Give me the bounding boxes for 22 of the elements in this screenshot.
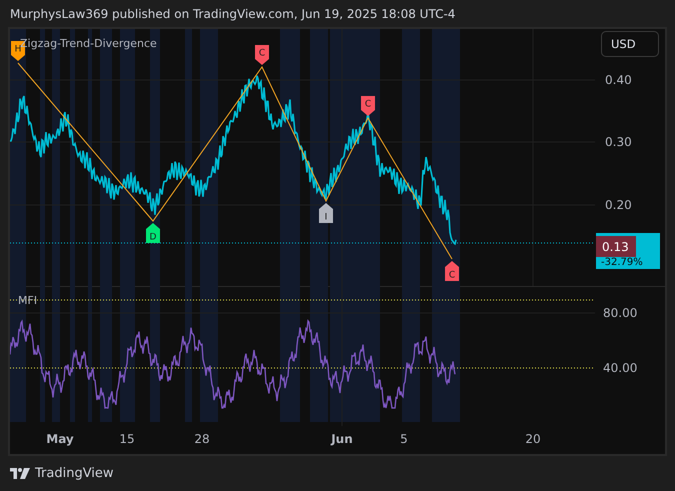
price-tick: 0.20 <box>605 198 632 212</box>
pivot-marker: C <box>255 45 269 65</box>
mfi-title: MFI <box>18 294 38 307</box>
price-tick: 0.30 <box>605 135 632 149</box>
time-tick: 20 <box>525 432 541 446</box>
brand-name: TradingView <box>35 466 114 481</box>
time-tick: 28 <box>194 432 210 446</box>
publish-info: MurphysLaw369 published on TradingView.com, Jun 19, 2025 18:08 UTC-4 <box>10 6 456 20</box>
logo-icon <box>10 468 30 479</box>
price-badge: 0.13 -32.79% <box>596 233 660 269</box>
mfi-tick: 40.00 <box>603 361 638 375</box>
time-tick: Jun <box>331 432 353 446</box>
time-tick: May <box>46 432 74 446</box>
pivot-marker: C <box>445 261 459 281</box>
time-tick: 5 <box>400 432 408 446</box>
pivot-marker: D <box>146 223 160 243</box>
currency-button[interactable]: USD <box>601 31 659 57</box>
mfi-tick: 80.00 <box>603 306 638 320</box>
pivot-marker: C <box>361 96 375 116</box>
pivot-marker: I <box>319 203 333 223</box>
time-tick: 15 <box>119 432 135 446</box>
price-tick: 0.40 <box>605 73 632 87</box>
